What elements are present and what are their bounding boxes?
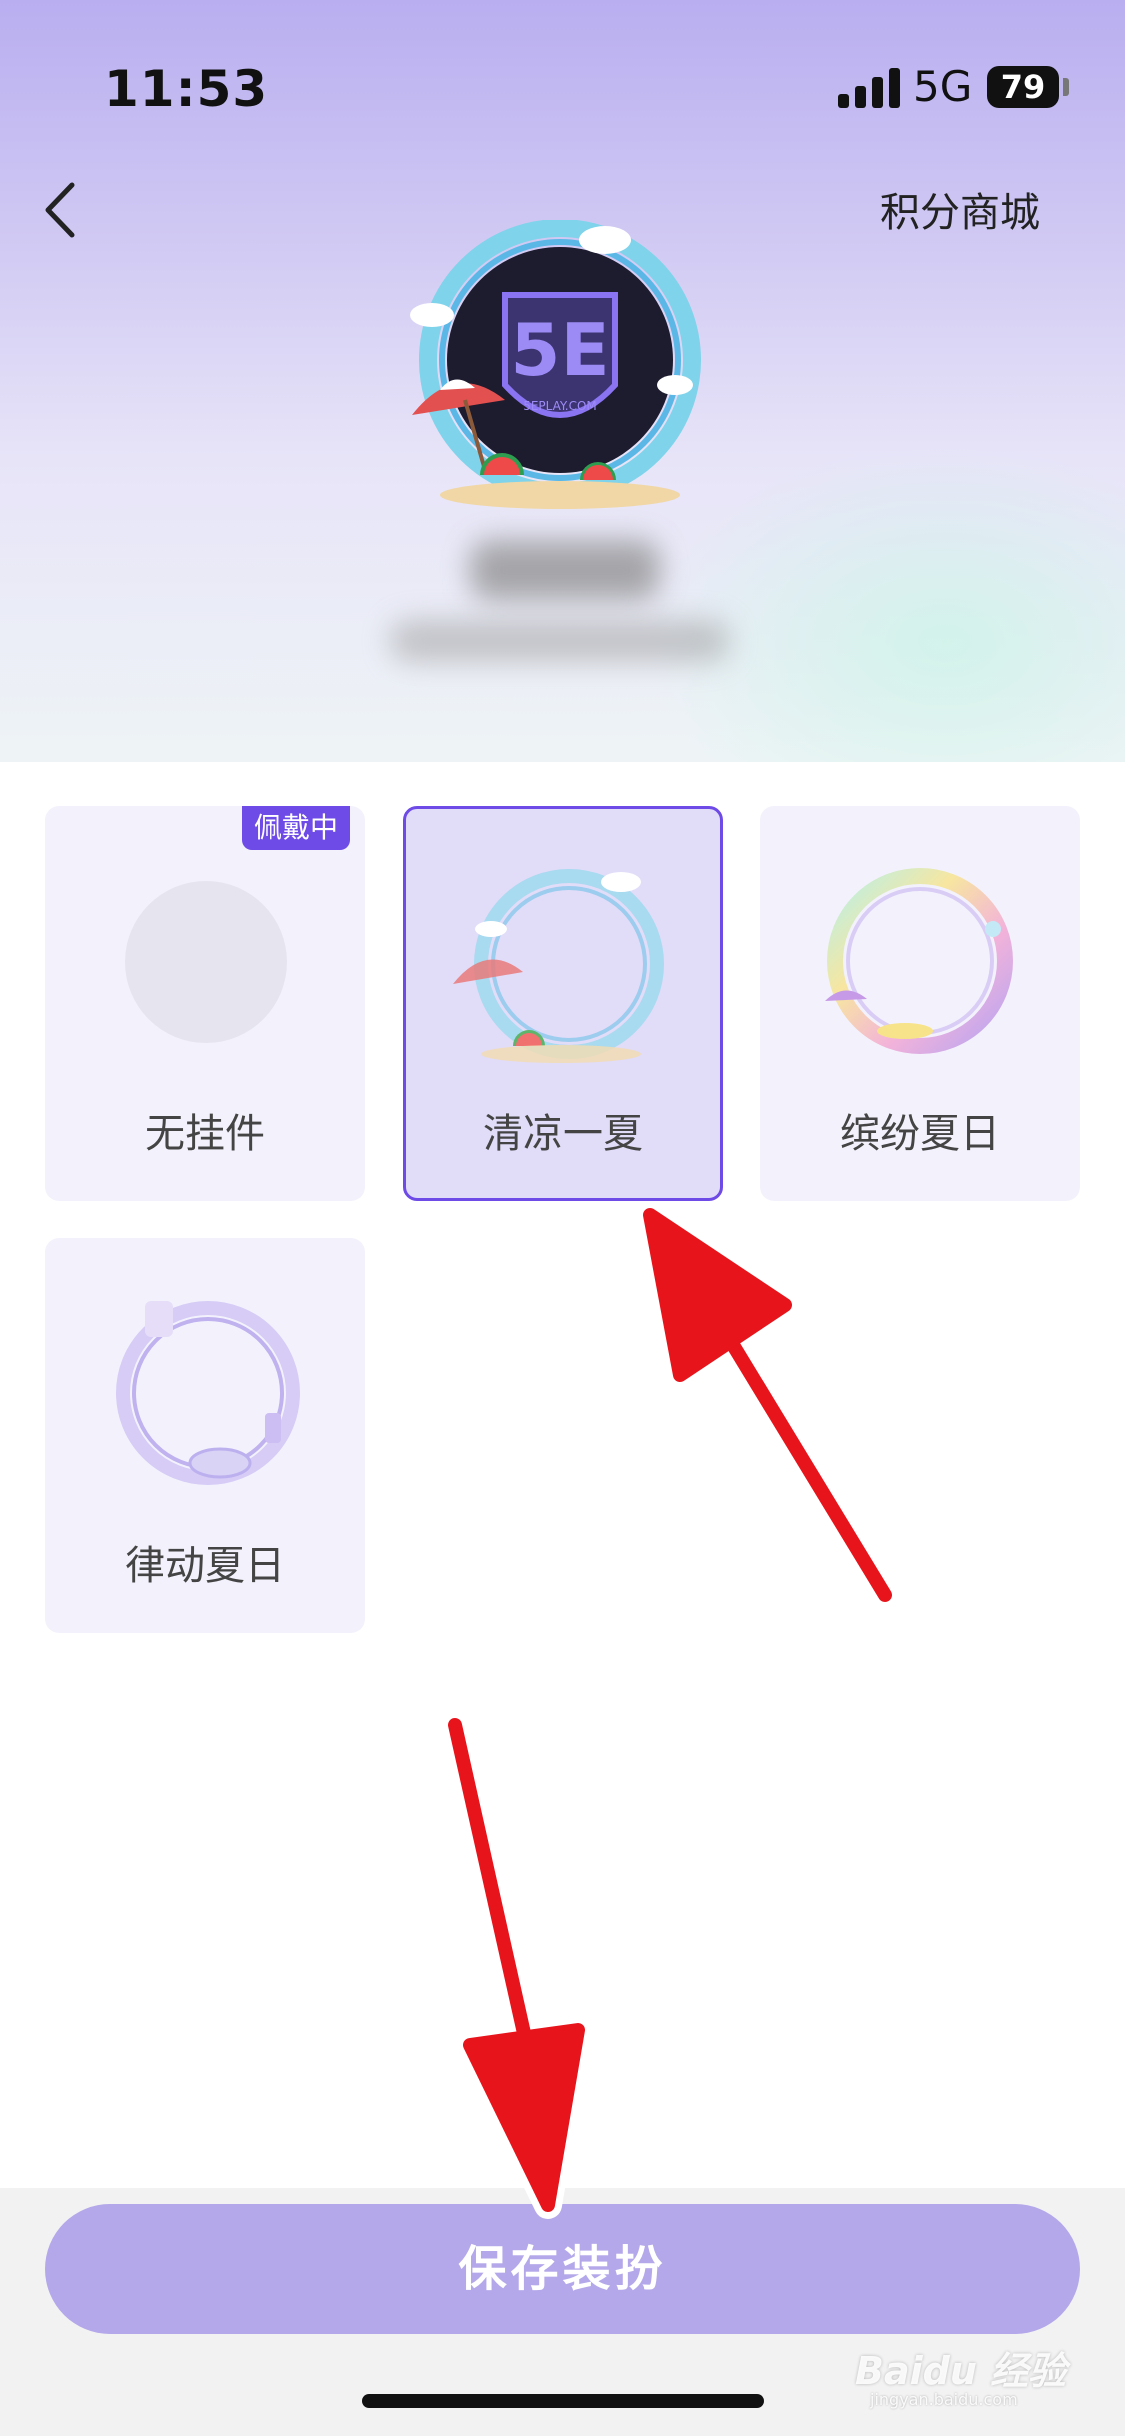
annotation-arrow-down: [441, 1711, 592, 2219]
pendant-preview-colorful-summer: [805, 851, 1035, 1081]
pendant-label: 无挂件: [145, 1111, 265, 1157]
pendant-card-none[interactable]: 佩戴中 无挂件: [45, 806, 365, 1201]
pendant-label: 清凉一夏: [483, 1111, 643, 1157]
annotation-arrow-up: [636, 1201, 899, 1609]
baidu-watermark-url: jingyan.baidu.com: [870, 2390, 1018, 2409]
points-mall-link[interactable]: 积分商城: [880, 180, 1040, 238]
pendant-card-cool-summer[interactable]: 清凉一夏: [403, 806, 723, 1201]
network-type: 5G: [913, 62, 973, 111]
pendant-preview-cool-summer: [451, 854, 681, 1084]
pendant-card-rhythm-summer[interactable]: 律动夏日: [45, 1238, 365, 1633]
status-bar: 11:53 5G 79: [0, 0, 1125, 180]
wearing-badge: 佩戴中: [241, 806, 350, 850]
home-indicator: [362, 2394, 764, 2408]
pendant-label: 缤纷夏日: [840, 1111, 1000, 1157]
battery-level: 79: [1000, 68, 1046, 106]
pendant-preview-rhythm-summer: [90, 1283, 320, 1513]
back-button[interactable]: [40, 170, 120, 250]
empty-pendant-placeholder: [125, 881, 287, 1043]
pendant-label: 律动夏日: [125, 1543, 285, 1589]
nickname-blurred: [470, 540, 660, 600]
avatar-logo-sub: 5EPLAY.COM: [523, 399, 597, 413]
status-time: 11:53: [104, 60, 269, 118]
pendant-card-colorful-summer[interactable]: 缤纷夏日: [760, 806, 1080, 1201]
annotation-arrow-down-fill: [448, 1718, 585, 2212]
save-outfit-button[interactable]: 保存装扮: [45, 2204, 1080, 2334]
user-id-blurred: [390, 620, 730, 662]
annotation-arrow-up-fill: [643, 1208, 892, 1602]
chevron-left-icon: [45, 182, 75, 238]
battery-icon: 79: [987, 66, 1059, 108]
baidu-watermark: Baidu 经验: [855, 2349, 1067, 2393]
avatar: 5E 5EPLAY.COM: [410, 219, 710, 520]
battery-tip: [1063, 78, 1069, 96]
cellular-signal-icon: [838, 68, 900, 108]
avatar-logo-text: 5E: [510, 308, 609, 392]
